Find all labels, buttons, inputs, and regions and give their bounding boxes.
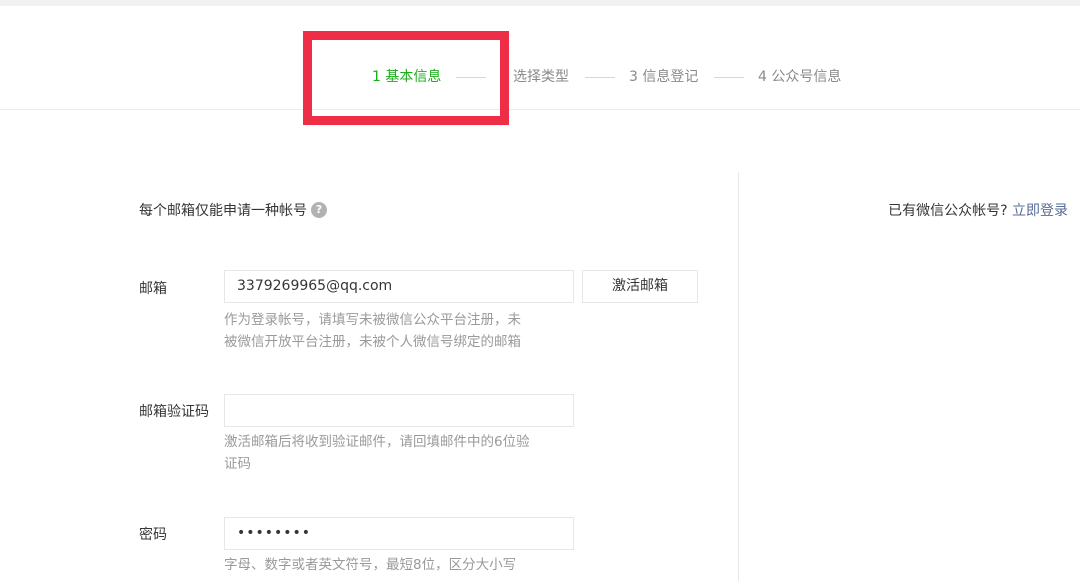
help-icon[interactable]: ?: [311, 202, 327, 218]
code-tip-line: 证码: [224, 456, 251, 472]
login-hint-text: 已有微信公众帐号?: [888, 203, 1008, 219]
code-tip: 激活邮箱后将收到验证邮件，请回填邮件中的6位验 证码: [224, 431, 554, 475]
password-input[interactable]: ••••••••: [224, 517, 574, 550]
email-notice: 每个邮箱仅能申请一种帐号 ?: [139, 200, 327, 220]
step-connector: [585, 77, 615, 78]
step-account-info: 4 公众号信息: [758, 69, 842, 85]
highlight-annotation-box: [303, 31, 509, 125]
login-hint: 已有微信公众帐号? 立即登录: [888, 200, 1068, 220]
email-input[interactable]: 3379269965@qq.com: [224, 270, 574, 303]
login-link[interactable]: 立即登录: [1012, 203, 1068, 219]
password-tip: 字母、数字或者英文符号，最短8位，区分大小写: [224, 554, 554, 576]
activate-email-button[interactable]: 激活邮箱: [582, 270, 698, 303]
vertical-divider: [738, 172, 739, 581]
notice-text: 每个邮箱仅能申请一种帐号: [139, 203, 307, 219]
email-label: 邮箱: [139, 281, 167, 297]
code-label: 邮箱验证码: [139, 404, 209, 420]
step-info-register: 3 信息登记: [629, 69, 699, 85]
step-choose-type: 选择类型: [513, 69, 569, 85]
password-tip-line: 字母、数字或者英文符号，最短8位，区分大小写: [224, 557, 517, 573]
email-tip-line: 作为登录帐号，请填写未被微信公众平台注册，未: [224, 312, 521, 328]
email-tip-line: 被微信开放平台注册，未被个人微信号绑定的邮箱: [224, 334, 521, 350]
top-bar: [0, 0, 1080, 6]
password-label: 密码: [139, 527, 167, 543]
code-tip-line: 激活邮箱后将收到验证邮件，请回填邮件中的6位验: [224, 434, 530, 450]
email-tip: 作为登录帐号，请填写未被微信公众平台注册，未 被微信开放平台注册，未被个人微信号…: [224, 309, 554, 353]
code-input[interactable]: [224, 394, 574, 427]
step-connector: [714, 77, 744, 78]
